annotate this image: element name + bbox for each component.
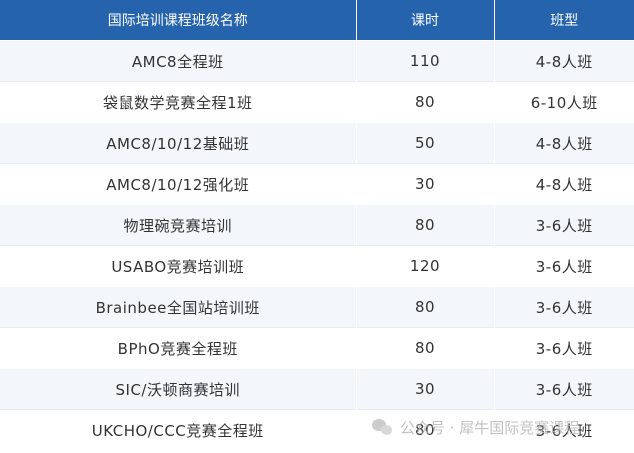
hours-cell: 30 <box>356 163 495 205</box>
table-row: UKCHO/CCC竞赛全程班 80 3-6人班 <box>0 409 634 450</box>
class-type-cell: 3-6人班 <box>494 327 634 369</box>
class-type-cell: 4-8人班 <box>494 122 634 164</box>
class-type-cell: 3-6人班 <box>494 286 634 328</box>
course-table: 国际培训课程班级名称 课时 班型 AMC8全程班 110 4-8人班 袋鼠数学竞… <box>0 0 634 450</box>
table-row: BPhO竞赛全程班 80 3-6人班 <box>0 327 634 369</box>
class-type-cell: 4-8人班 <box>494 40 634 82</box>
header-row: 国际培训课程班级名称 课时 班型 <box>0 0 634 41</box>
course-name-cell: 袋鼠数学竞赛全程1班 <box>0 81 357 123</box>
header-hours: 课时 <box>356 0 495 41</box>
table-row: USABO竞赛培训班 120 3-6人班 <box>0 245 634 287</box>
class-type-cell: 3-6人班 <box>494 368 634 410</box>
course-name-cell: AMC8/10/12强化班 <box>0 163 357 205</box>
table-row: Brainbee全国站培训班 80 3-6人班 <box>0 286 634 328</box>
course-name-cell: Brainbee全国站培训班 <box>0 286 357 328</box>
table-row: AMC8/10/12基础班 50 4-8人班 <box>0 122 634 164</box>
table-body: AMC8全程班 110 4-8人班 袋鼠数学竞赛全程1班 80 6-10人班 A… <box>0 40 634 450</box>
table-row: AMC8全程班 110 4-8人班 <box>0 40 634 82</box>
course-name-cell: 物理碗竞赛培训 <box>0 204 357 246</box>
header-class-type: 班型 <box>494 0 634 41</box>
table-header: 国际培训课程班级名称 课时 班型 <box>0 0 634 41</box>
class-type-cell: 3-6人班 <box>494 204 634 246</box>
hours-cell: 80 <box>356 409 495 450</box>
hours-cell: 110 <box>356 40 495 82</box>
hours-cell: 80 <box>356 327 495 369</box>
hours-cell: 80 <box>356 204 495 246</box>
course-name-cell: UKCHO/CCC竞赛全程班 <box>0 409 357 450</box>
class-type-cell: 3-6人班 <box>494 409 634 450</box>
hours-cell: 80 <box>356 81 495 123</box>
course-name-cell: BPhO竞赛全程班 <box>0 327 357 369</box>
hours-cell: 120 <box>356 245 495 287</box>
course-name-cell: AMC8/10/12基础班 <box>0 122 357 164</box>
table-row: 物理碗竞赛培训 80 3-6人班 <box>0 204 634 246</box>
header-course-name: 国际培训课程班级名称 <box>0 0 357 41</box>
hours-cell: 50 <box>356 122 495 164</box>
class-type-cell: 3-6人班 <box>494 245 634 287</box>
table-row: AMC8/10/12强化班 30 4-8人班 <box>0 163 634 205</box>
course-name-cell: AMC8全程班 <box>0 40 357 82</box>
class-type-cell: 6-10人班 <box>494 81 634 123</box>
course-name-cell: USABO竞赛培训班 <box>0 245 357 287</box>
class-type-cell: 4-8人班 <box>494 163 634 205</box>
course-name-cell: SIC/沃顿商赛培训 <box>0 368 357 410</box>
table-row: 袋鼠数学竞赛全程1班 80 6-10人班 <box>0 81 634 123</box>
hours-cell: 30 <box>356 368 495 410</box>
hours-cell: 80 <box>356 286 495 328</box>
table-row: SIC/沃顿商赛培训 30 3-6人班 <box>0 368 634 410</box>
